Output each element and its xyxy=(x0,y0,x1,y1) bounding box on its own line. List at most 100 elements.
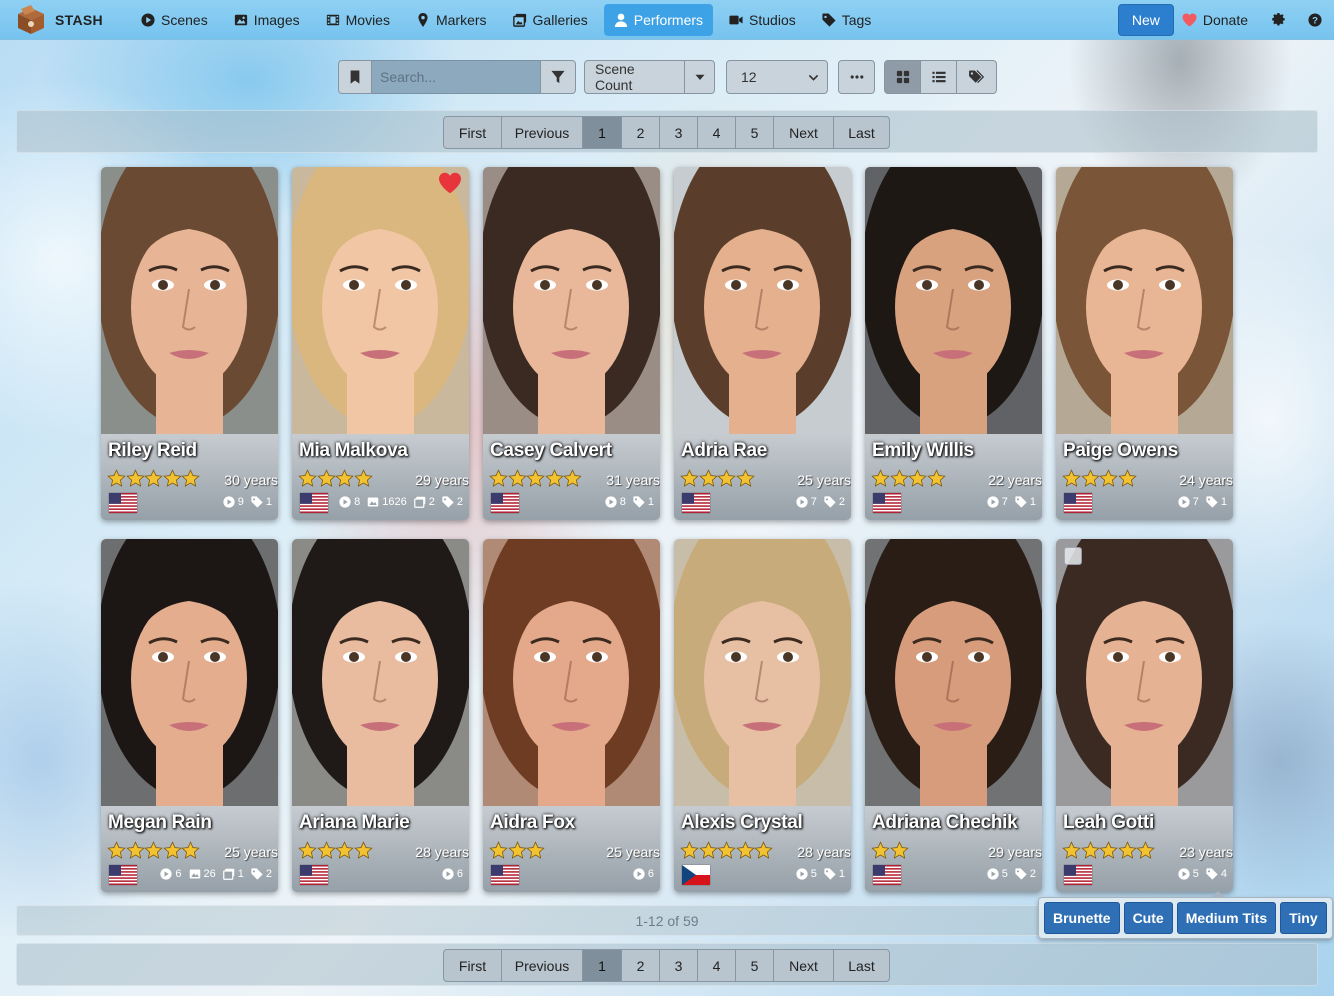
tag-badge[interactable]: Medium Tits xyxy=(1176,902,1277,934)
performer-image[interactable] xyxy=(674,167,851,434)
performer-card[interactable]: Paige Owens 24 years 7 1 xyxy=(1056,167,1233,520)
tag-count-button[interactable]: 1 xyxy=(633,496,654,508)
performer-card[interactable]: Mia Malkova 29 years 8 1626 2 2 xyxy=(292,167,469,520)
previous-page-button[interactable]: Previous xyxy=(501,949,583,982)
performer-image[interactable] xyxy=(1056,539,1233,806)
performer-name[interactable]: Aidra Fox xyxy=(490,812,575,834)
performer-card[interactable]: Casey Calvert 31 years 8 1 xyxy=(483,167,660,520)
images-count-button[interactable]: 1 xyxy=(222,868,244,880)
donate-link[interactable]: Donate xyxy=(1182,12,1248,28)
nav-galleries[interactable]: Galleries xyxy=(503,4,598,36)
page-button-2[interactable]: 2 xyxy=(621,949,660,982)
select-checkbox[interactable] xyxy=(1064,547,1082,565)
performer-image[interactable] xyxy=(674,539,851,806)
performer-card[interactable]: Adriana Chechik 29 years 5 2 xyxy=(865,539,1042,892)
performer-image[interactable] xyxy=(483,539,660,806)
image-count-button[interactable]: 1626 xyxy=(367,496,407,508)
search-input[interactable]: Search... xyxy=(372,60,540,94)
saved-filter-button[interactable] xyxy=(338,60,372,94)
favorite-heart-icon[interactable] xyxy=(438,172,462,194)
tagger-view-button[interactable] xyxy=(957,60,997,94)
page-button-5[interactable]: 5 xyxy=(735,949,774,982)
page-button-4[interactable]: 4 xyxy=(697,116,736,149)
performer-card[interactable]: Aidra Fox 25 years 6 xyxy=(483,539,660,892)
page-button-3[interactable]: 3 xyxy=(659,949,698,982)
rating-stars[interactable] xyxy=(1062,469,1137,489)
page-button-1[interactable]: 1 xyxy=(582,949,622,982)
rating-stars[interactable] xyxy=(298,841,373,861)
help-icon[interactable]: ? xyxy=(1308,12,1322,27)
performer-name[interactable]: Leah Gotti xyxy=(1063,812,1154,834)
performer-image[interactable] xyxy=(1056,167,1233,434)
next-page-button[interactable]: Next xyxy=(773,116,834,149)
gear-icon[interactable] xyxy=(1272,12,1286,27)
play-circle-count-button[interactable]: 7 xyxy=(987,496,1008,508)
play-circle-count-button[interactable]: 8 xyxy=(339,496,360,508)
nav-markers[interactable]: Markers xyxy=(406,4,497,36)
image-count-button[interactable]: 26 xyxy=(189,868,216,880)
filter-button[interactable] xyxy=(540,60,576,94)
tag-count-button[interactable]: 2 xyxy=(824,496,845,508)
tag-count-button[interactable]: 2 xyxy=(442,496,463,508)
rating-stars[interactable] xyxy=(489,469,582,489)
tag-count-button[interactable]: 2 xyxy=(251,868,272,880)
sort-by-select[interactable]: Scene Count xyxy=(584,60,685,94)
first-page-button[interactable]: First xyxy=(443,116,502,149)
images-count-button[interactable]: 2 xyxy=(413,496,435,508)
per-page-select[interactable]: 12 xyxy=(726,60,828,94)
grid-view-button[interactable] xyxy=(884,60,921,94)
page-button-2[interactable]: 2 xyxy=(621,116,660,149)
page-button-3[interactable]: 3 xyxy=(659,116,698,149)
first-page-button[interactable]: First xyxy=(443,949,502,982)
performer-name[interactable]: Emily Willis xyxy=(872,440,974,462)
play-circle-count-button[interactable]: 6 xyxy=(160,868,182,880)
performer-card[interactable]: Ariana Marie 28 years 6 xyxy=(292,539,469,892)
performer-image[interactable] xyxy=(292,167,469,434)
performer-card[interactable]: Adria Rae 25 years 7 2 xyxy=(674,167,851,520)
performer-name[interactable]: Adriana Chechik xyxy=(872,812,1018,834)
tag-count-button[interactable]: 1 xyxy=(824,868,845,880)
nav-scenes[interactable]: Scenes xyxy=(131,4,218,36)
play-circle-count-button[interactable]: 6 xyxy=(442,868,463,880)
performer-name[interactable]: Megan Rain xyxy=(108,812,212,834)
sort-direction-button[interactable] xyxy=(685,60,715,94)
last-page-button[interactable]: Last xyxy=(833,116,890,149)
performer-image[interactable] xyxy=(292,539,469,806)
performer-name[interactable]: Ariana Marie xyxy=(299,812,410,834)
rating-stars[interactable] xyxy=(298,469,373,489)
play-circle-count-button[interactable]: 5 xyxy=(987,868,1008,880)
play-circle-count-button[interactable]: 6 xyxy=(633,868,654,880)
performer-image[interactable] xyxy=(865,167,1042,434)
play-circle-count-button[interactable]: 5 xyxy=(796,868,817,880)
performer-image[interactable] xyxy=(101,539,278,806)
rating-stars[interactable] xyxy=(680,469,755,489)
performer-card[interactable]: Leah Gotti 23 years 5 4 xyxy=(1056,539,1233,892)
nav-images[interactable]: Images xyxy=(224,4,310,36)
performer-card[interactable]: Megan Rain 25 years 6 26 1 2 xyxy=(101,539,278,892)
rating-stars[interactable] xyxy=(871,841,909,861)
performer-card[interactable]: Emily Willis 22 years 7 1 xyxy=(865,167,1042,520)
performer-name[interactable]: Casey Calvert xyxy=(490,440,612,462)
tag-badge[interactable]: Brunette xyxy=(1044,902,1120,934)
page-button-4[interactable]: 4 xyxy=(697,949,736,982)
page-button-1[interactable]: 1 xyxy=(582,116,622,149)
tag-count-button[interactable]: 1 xyxy=(251,496,272,508)
play-circle-count-button[interactable]: 8 xyxy=(605,496,626,508)
previous-page-button[interactable]: Previous xyxy=(501,116,583,149)
performer-card[interactable]: Alexis Crystal 28 years 5 1 xyxy=(674,539,851,892)
rating-stars[interactable] xyxy=(680,841,773,861)
performer-name[interactable]: Adria Rae xyxy=(681,440,767,462)
performer-image[interactable] xyxy=(101,167,278,434)
rating-stars[interactable] xyxy=(1062,841,1155,861)
performer-name[interactable]: Alexis Crystal xyxy=(681,812,803,834)
brand[interactable]: STASH xyxy=(15,4,131,35)
rating-stars[interactable] xyxy=(489,841,545,861)
play-circle-count-button[interactable]: 5 xyxy=(1178,868,1199,880)
performer-name[interactable]: Paige Owens xyxy=(1063,440,1178,462)
play-circle-count-button[interactable]: 9 xyxy=(223,496,244,508)
rating-stars[interactable] xyxy=(107,841,200,861)
nav-performers[interactable]: Performers xyxy=(603,3,714,36)
tag-count-button[interactable]: 1 xyxy=(1015,496,1036,508)
list-view-button[interactable] xyxy=(921,60,957,94)
nav-tags[interactable]: Tags xyxy=(812,4,882,36)
